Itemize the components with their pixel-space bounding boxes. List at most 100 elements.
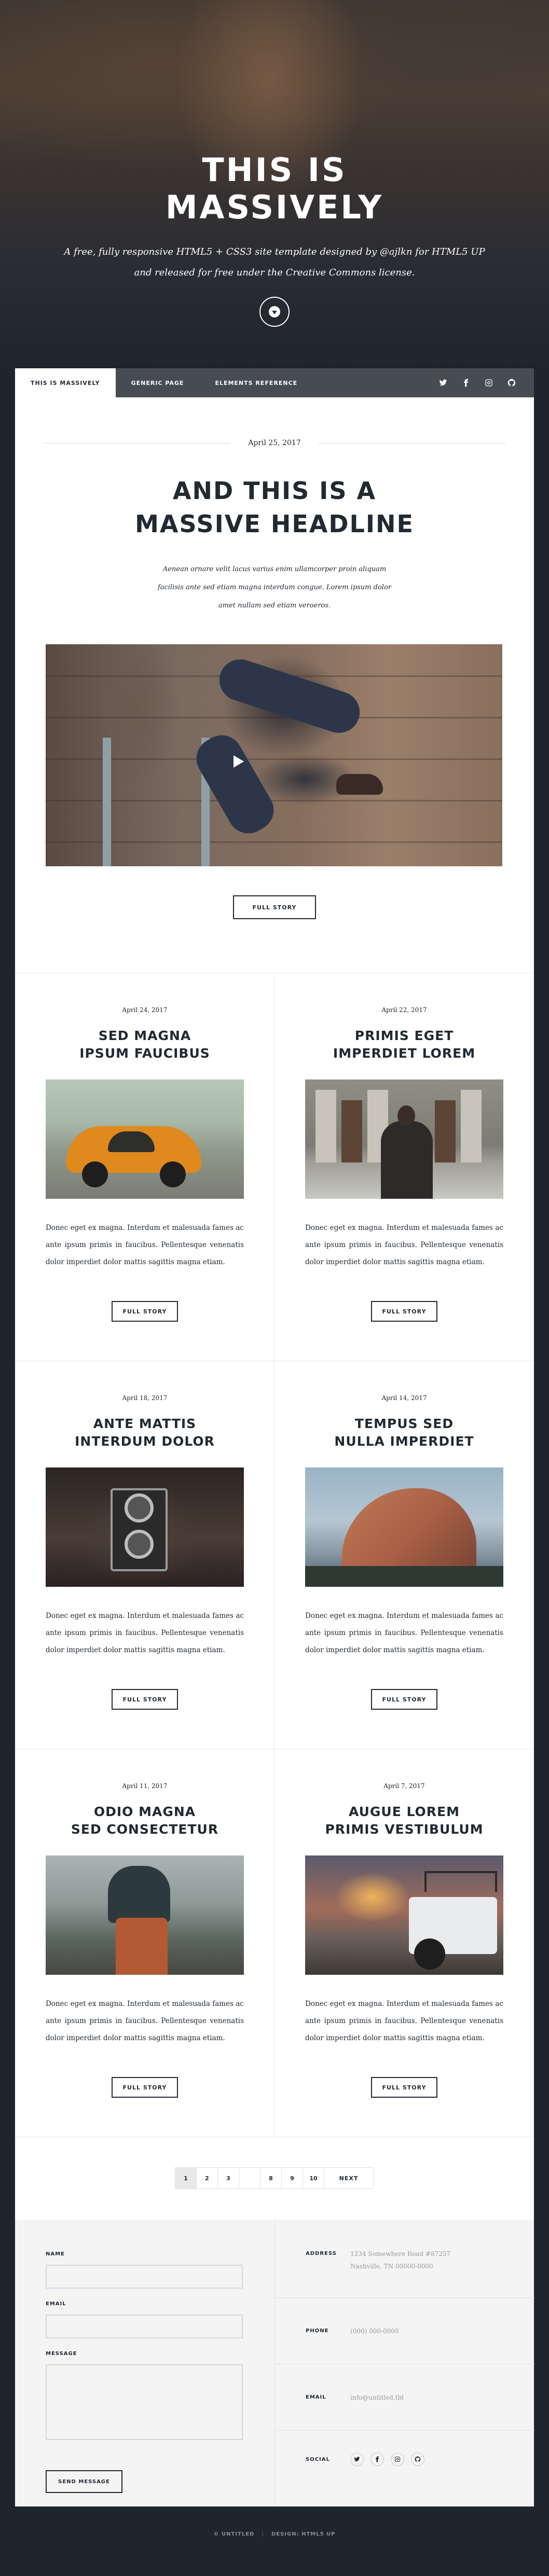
page-8[interactable]: 8 — [260, 2167, 282, 2189]
pagination: 1 2 3 8 9 10 NEXT — [15, 2137, 534, 2220]
message-field[interactable] — [46, 2364, 243, 2440]
hero-title-line1: THIS IS — [202, 151, 347, 189]
full-story-button[interactable]: FULL STORY — [112, 1301, 178, 1322]
nav-social-icons — [438, 368, 534, 397]
post-text: Donec eget ex magna. Interdum et malesua… — [46, 1612, 244, 1654]
full-story-button[interactable]: FULL STORY — [371, 2077, 437, 2098]
facebook-icon[interactable] — [461, 378, 471, 387]
next-page-button[interactable]: NEXT — [324, 2167, 374, 2189]
name-field[interactable] — [46, 2265, 243, 2289]
main-nav: THIS IS MASSIVELY GENERIC PAGE ELEMENTS … — [15, 368, 534, 397]
social-row: SOCIAL — [275, 2431, 534, 2506]
github-icon[interactable] — [507, 378, 516, 387]
email-label: EMAIL — [46, 2301, 66, 2307]
email-field[interactable] — [46, 2315, 243, 2338]
full-story-button[interactable]: FULL STORY — [112, 1689, 178, 1710]
full-story-button[interactable]: FULL STORY — [112, 2077, 178, 2098]
post-title-line2: PRIMIS VESTIBULUM — [325, 1822, 484, 1837]
post-title-line2: SED CONSECTETUR — [71, 1822, 219, 1837]
post-image[interactable] — [46, 1079, 244, 1199]
scroll-down-icon[interactable] — [259, 297, 290, 327]
hero-subtitle-line1: A free, fully responsive HTML5 + CSS3 si… — [64, 246, 485, 257]
address-label: ADDRESS — [306, 2251, 337, 2256]
featured-title-line2: MASSIVE HEADLINE — [135, 510, 414, 538]
nav-link-generic[interactable]: GENERIC PAGE — [116, 368, 200, 397]
post-title-line1: TEMPUS SED — [354, 1416, 454, 1431]
twitter-icon[interactable] — [438, 378, 448, 387]
post-image[interactable] — [46, 1467, 244, 1587]
footer: NAME EMAIL MESSAGE SEND MESSAGE ADDRESS … — [15, 2220, 534, 2506]
email-row: EMAIL info@untitled.tld — [275, 2364, 534, 2431]
post-title[interactable]: TEMPUS SED NULLA IMPERDIET — [274, 1415, 534, 1450]
post-card: April 22, 2017 PRIMIS EGET IMPERDIET LOR… — [274, 973, 534, 1361]
copyright-left: © UNTITLED — [213, 2531, 255, 2537]
phone-label: PHONE — [306, 2328, 329, 2334]
twitter-icon[interactable] — [350, 2453, 364, 2466]
post-date: April 7, 2017 — [383, 1782, 425, 1790]
email-value[interactable]: info@untitled.tld — [350, 2391, 404, 2404]
featured-date-text: April 25, 2017 — [248, 439, 301, 447]
post-card: April 18, 2017 ANTE MATTIS INTERDUM DOLO… — [15, 1361, 274, 1749]
email-info-label: EMAIL — [306, 2394, 326, 2400]
post-card: April 11, 2017 ODIO MAGNA SED CONSECTETU… — [15, 1749, 274, 2137]
post-date: April 18, 2017 — [122, 1394, 168, 1402]
post-image[interactable] — [305, 1855, 503, 1975]
post-card: April 24, 2017 SED MAGNA IPSUM FAUCIBUS … — [15, 973, 274, 1361]
post-title[interactable]: AUGUE LOREM PRIMIS VESTIBULUM — [274, 1803, 534, 1838]
featured-excerpt-line1: Aenean ornare velit lacus varius enim ul… — [162, 565, 387, 573]
featured-title[interactable]: AND THIS IS A MASSIVE HEADLINE — [15, 474, 534, 541]
page-9[interactable]: 9 — [281, 2167, 303, 2189]
address-line1: 1234 Somewhere Road #87257 — [350, 2250, 451, 2258]
post-title-line2: NULLA IMPERDIET — [334, 1434, 474, 1449]
post-text: Donec eget ex magna. Interdum et malesua… — [46, 2000, 244, 2042]
instagram-icon[interactable] — [391, 2453, 404, 2466]
main-content: April 25, 2017 AND THIS IS A MASSIVE HEA… — [15, 397, 534, 2506]
name-label: NAME — [46, 2251, 65, 2257]
post-date: April 22, 2017 — [381, 1006, 427, 1014]
hero-subtitle-line2: and released for free under the Creative… — [134, 267, 415, 278]
post-title[interactable]: PRIMIS EGET IMPERDIET LOREM — [274, 1027, 534, 1062]
featured-excerpt-line3: amet nullam sed etiam veroeros. — [218, 602, 331, 610]
instagram-icon[interactable] — [484, 378, 493, 387]
post-title-line1: ODIO MAGNA — [93, 1804, 196, 1819]
post-text: Donec eget ex magna. Interdum et malesua… — [305, 2000, 503, 2042]
full-story-button[interactable]: FULL STORY — [371, 1689, 437, 1710]
message-label: MESSAGE — [46, 2351, 77, 2357]
posts-grid: April 24, 2017 SED MAGNA IPSUM FAUCIBUS … — [15, 973, 534, 2137]
hero-title-line2: MASSIVELY — [165, 188, 384, 226]
page-2[interactable]: 2 — [196, 2167, 218, 2189]
post-title[interactable]: SED MAGNA IPSUM FAUCIBUS — [15, 1027, 274, 1062]
page-10[interactable]: 10 — [303, 2167, 324, 2189]
post-date: April 14, 2017 — [381, 1394, 427, 1402]
post-title[interactable]: ANTE MATTIS INTERDUM DOLOR — [15, 1415, 274, 1450]
phone-value: (000) 000-0000 — [350, 2328, 399, 2335]
page-1[interactable]: 1 — [175, 2167, 197, 2189]
post-text: Donec eget ex magna. Interdum et malesua… — [305, 1612, 503, 1654]
post-title-line1: SED MAGNA — [98, 1028, 191, 1043]
post-image[interactable] — [305, 1467, 503, 1587]
page-3[interactable]: 3 — [217, 2167, 239, 2189]
github-icon[interactable] — [411, 2453, 424, 2466]
post-text: Donec eget ex magna. Interdum et malesua… — [305, 1224, 503, 1266]
send-message-button[interactable]: SEND MESSAGE — [46, 2470, 122, 2493]
social-label: SOCIAL — [306, 2457, 330, 2462]
page-gap — [239, 2167, 260, 2189]
post-title-line2: IPSUM FAUCIBUS — [79, 1046, 210, 1061]
featured-full-story-button[interactable]: FULL STORY — [233, 895, 316, 919]
full-story-button[interactable]: FULL STORY — [371, 1301, 437, 1322]
featured-post: April 25, 2017 AND THIS IS A MASSIVE HEA… — [15, 397, 534, 973]
post-date: April 24, 2017 — [122, 1006, 168, 1014]
post-text: Donec eget ex magna. Interdum et malesua… — [46, 1224, 244, 1266]
hero-title: THIS IS MASSIVELY — [0, 151, 549, 226]
post-title[interactable]: ODIO MAGNA SED CONSECTETUR — [15, 1803, 274, 1838]
nav-link-home[interactable]: THIS IS MASSIVELY — [15, 368, 116, 397]
post-image[interactable] — [46, 1855, 244, 1975]
copyright-right[interactable]: DESIGN: HTML5 UP — [271, 2531, 336, 2537]
nav-link-elements[interactable]: ELEMENTS REFERENCE — [199, 368, 313, 397]
post-title-line2: INTERDUM DOLOR — [75, 1434, 215, 1449]
facebook-icon[interactable] — [370, 2453, 384, 2466]
post-image[interactable] — [305, 1079, 503, 1199]
phone-row: PHONE (000) 000-0000 — [275, 2298, 534, 2364]
social-links — [350, 2453, 424, 2466]
featured-image[interactable] — [46, 644, 502, 866]
